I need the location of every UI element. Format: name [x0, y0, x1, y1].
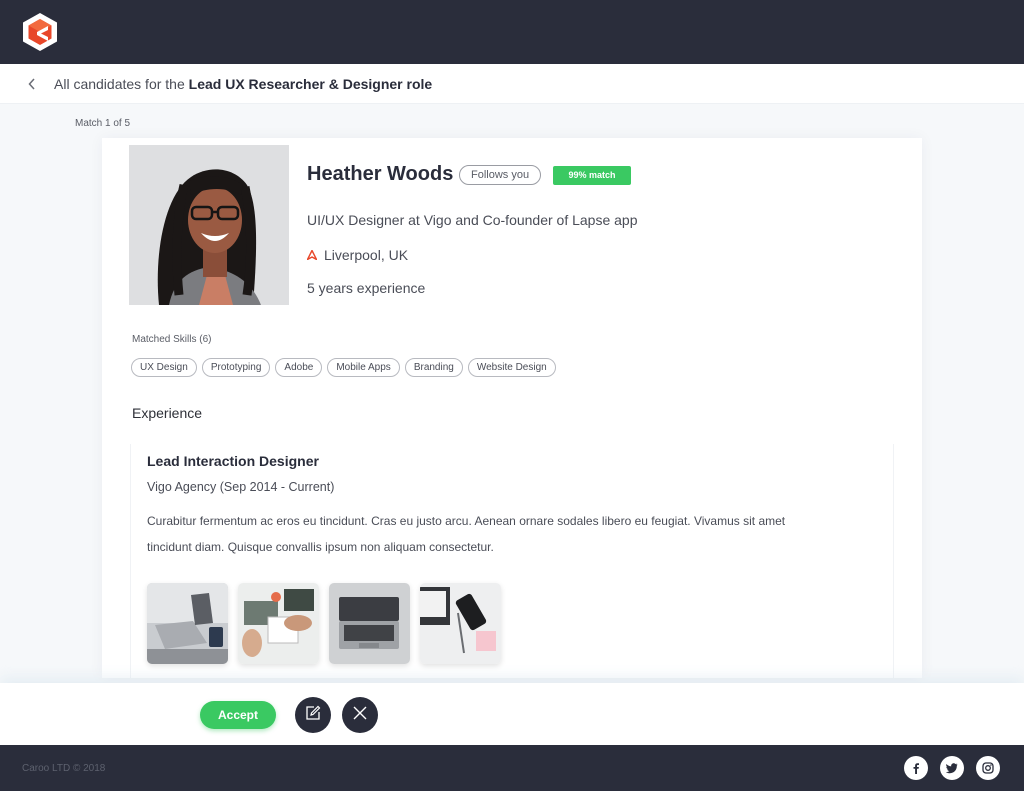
match-counter: Match 1 of 5: [75, 118, 131, 129]
candidate-headline: UI/UX Designer at Vigo and Co-founder of…: [307, 212, 638, 228]
copyright: Caroo LTD © 2018: [22, 763, 106, 774]
caroo-logo[interactable]: [20, 12, 60, 52]
accept-button[interactable]: Accept: [200, 701, 276, 729]
reject-button[interactable]: [342, 697, 378, 733]
candidate-photo: [129, 145, 289, 305]
twitter-icon[interactable]: [940, 756, 964, 780]
job-company: Vigo Agency (Sep 2014 - Current): [147, 480, 335, 494]
experience-years: 5 years experience: [307, 280, 426, 296]
location-text: Liverpool, UK: [324, 247, 409, 263]
facebook-icon[interactable]: [904, 756, 928, 780]
portfolio-gallery: [147, 583, 501, 664]
follows-badge: Follows you: [459, 165, 542, 185]
footer: Caroo LTD © 2018: [0, 745, 1024, 791]
breadcrumb: All candidates for the Lead UX Researche…: [0, 64, 1024, 104]
job-description: Curabitur fermentum ac eros eu tincidunt…: [147, 514, 786, 554]
chevron-left-icon[interactable]: [28, 77, 42, 91]
edit-icon: [305, 705, 321, 726]
skill-tag[interactable]: Prototyping: [201, 358, 271, 377]
candidate-name: Heather Woods: [307, 163, 454, 185]
skill-tag[interactable]: Mobile Apps: [327, 358, 400, 377]
experience-heading: Experience: [132, 405, 203, 421]
skills-list: UX Design Prototyping Adobe Mobile Apps …: [131, 358, 556, 377]
portfolio-image[interactable]: [329, 583, 410, 664]
close-icon: [353, 706, 367, 725]
breadcrumb-prefix: All candidates for the: [54, 75, 185, 92]
skill-tag[interactable]: Branding: [404, 358, 463, 377]
skill-tag[interactable]: Website Design: [467, 358, 556, 377]
location-pin-icon: [307, 250, 317, 260]
breadcrumb-text: All candidates for the Lead UX Researche…: [54, 76, 432, 92]
candidate-card: Heather Woods Follows you 99% match UI/U…: [102, 138, 922, 678]
action-bar: Accept: [0, 683, 1024, 745]
job-title: Lead Interaction Designer: [147, 453, 319, 469]
skill-tag[interactable]: UX Design: [131, 358, 197, 377]
skill-tag[interactable]: Adobe: [275, 358, 323, 377]
portfolio-image[interactable]: [238, 583, 319, 664]
breadcrumb-role[interactable]: Lead UX Researcher & Designer role: [189, 76, 433, 92]
match-badge: 99% match: [553, 166, 631, 185]
skills-label: Matched Skills (6): [132, 334, 212, 345]
experience-item: Lead Interaction Designer Vigo Agency (S…: [130, 444, 894, 678]
top-navbar: [0, 0, 1024, 64]
edit-button[interactable]: [295, 697, 331, 733]
instagram-icon[interactable]: [976, 756, 1000, 780]
portfolio-image[interactable]: [147, 583, 228, 664]
portfolio-image[interactable]: [420, 583, 501, 664]
candidate-location: Liverpool, UK: [307, 247, 408, 263]
